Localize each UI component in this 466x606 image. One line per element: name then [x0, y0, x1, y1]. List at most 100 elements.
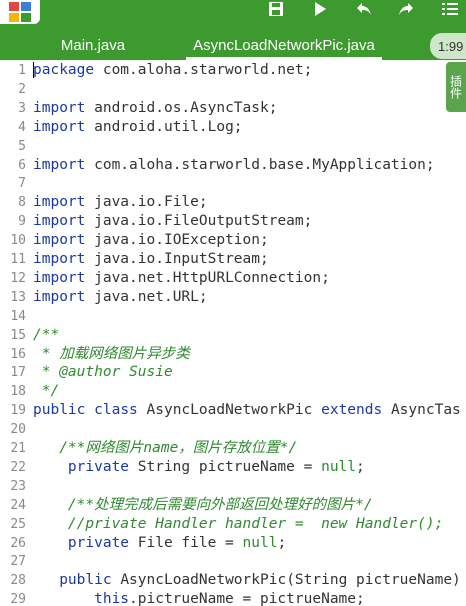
code-line: 1 package com.aloha.starworld.net;: [0, 61, 466, 80]
redo-icon[interactable]: [394, 0, 418, 18]
code-text: import android.util.Log;: [33, 118, 243, 137]
code-token: android.os.AsyncTask;: [85, 99, 278, 116]
save-icon[interactable]: [264, 0, 288, 18]
keyword-token: public: [33, 402, 86, 419]
code-line: 26 private File file = null;: [0, 534, 466, 553]
line-number: 17: [10, 365, 26, 381]
code-token: String pictrueName =: [129, 458, 322, 475]
code-line: 7: [0, 174, 466, 193]
code-line: 10 import java.io.IOException;: [0, 231, 466, 250]
code-line: 3 import android.os.AsyncTask;: [0, 99, 466, 118]
tab-main-java[interactable]: Main.java: [32, 30, 154, 60]
code-line: 17 * @author Susie: [0, 363, 466, 382]
code-text: this.pictrueName = pictrueName;: [33, 590, 365, 606]
line-number: 18: [10, 384, 26, 400]
keyword-token: import: [33, 251, 86, 267]
code-editor[interactable]: 1 package com.aloha.starworld.net; 2 3 impor…: [0, 60, 466, 606]
code-line: 16 * 加载网络图片异步类: [0, 345, 466, 364]
line-number: 8: [18, 195, 26, 211]
keyword-token: import: [33, 232, 86, 249]
comment-token: /**: [33, 326, 60, 343]
code-line: 2: [0, 80, 466, 99]
code-token: .pictrueName = pictrueName;: [129, 591, 365, 606]
line-number: 15: [10, 327, 26, 343]
undo-icon[interactable]: [352, 0, 376, 18]
keyword-token: import: [33, 288, 86, 305]
line-number: 27: [10, 554, 26, 570]
line-number: 14: [10, 308, 26, 324]
line-number: 11: [10, 252, 26, 267]
code-text: public AsyncLoadNetworkPic(String pictru…: [33, 571, 461, 590]
keyword-token: this: [94, 591, 130, 606]
run-icon[interactable]: [308, 0, 332, 18]
code-text: package com.aloha.starworld.net;: [33, 61, 312, 80]
line-number: 20: [10, 422, 26, 438]
code-token: File file =: [129, 534, 243, 551]
code-text: */: [33, 382, 59, 401]
code-token: null: [321, 458, 357, 475]
code-text: * 加载网络图片异步类: [33, 345, 190, 364]
code-text: /**: [33, 326, 59, 345]
code-line: 29 this.pictrueName = pictrueName;: [0, 590, 466, 606]
code-line: 15 /**: [0, 326, 466, 345]
code-token: ;: [356, 458, 365, 475]
comment-token: * 加载网络图片异步类: [33, 345, 190, 362]
keyword-token: private: [67, 534, 130, 551]
line-number: 22: [10, 459, 26, 475]
code-token: android.util.Log;: [85, 118, 243, 135]
code-line: 22 private String pictrueName = null;: [0, 458, 466, 477]
code-text: import java.net.HttpURLConnection;: [33, 269, 330, 288]
line-number: 4: [18, 119, 26, 135]
code-token: java.io.InputStream;: [85, 251, 269, 267]
line-number: 9: [18, 214, 26, 230]
line-number: 10: [10, 233, 26, 249]
code-text: /**网络图片name，图片存放位置*/: [33, 439, 297, 458]
code-text: public class AsyncLoadNetworkPic extends…: [33, 401, 461, 420]
code-line: 5: [0, 137, 466, 156]
code-line: 18 */: [0, 382, 466, 401]
code-token: java.io.File;: [85, 194, 208, 211]
line-number: 13: [10, 289, 26, 305]
code-text: import java.net.URL;: [33, 288, 208, 307]
code-text: import java.io.IOException;: [33, 231, 269, 250]
line-number: 5: [18, 138, 26, 154]
tab-async-load-network-pic[interactable]: AsyncLoadNetworkPic.java: [186, 30, 382, 60]
code-token: AsyncTas: [382, 402, 461, 419]
keyword-token: private: [67, 458, 130, 475]
comment-token: /**网络图片name，图片存放位置*/: [59, 440, 298, 456]
code-token: ;: [277, 534, 287, 551]
keyword-token: import: [33, 194, 86, 211]
line-number: 21: [10, 441, 26, 456]
code-line: 12 import java.net.HttpURLConnection;: [0, 269, 466, 288]
code-token: java.io.IOException;: [85, 232, 269, 249]
code-token: java.net.HttpURLConnection;: [85, 269, 330, 286]
code-line: 6 import com.aloha.starworld.base.MyAppli…: [0, 156, 466, 175]
code-line: 20: [0, 420, 466, 439]
code-line: 25 //private Handler handler = new Handl…: [0, 515, 466, 534]
code-text: import java.io.InputStream;: [33, 250, 269, 269]
plugin-side-tab[interactable]: 插件: [446, 62, 466, 112]
keyword-token: import: [33, 213, 86, 230]
line-number: 16: [10, 346, 26, 362]
line-number: 3: [18, 100, 26, 116]
keyword-token: public: [59, 572, 112, 589]
app-menu-icon[interactable]: [0, 0, 40, 24]
line-number: 19: [10, 403, 26, 419]
line-number: 26: [10, 535, 26, 551]
comment-token: */: [33, 383, 60, 400]
keyword-token: class: [94, 402, 138, 419]
line-number: 2: [18, 81, 26, 97]
line-number: 29: [10, 592, 26, 606]
code-token: null: [242, 534, 278, 551]
line-number: 1: [18, 63, 26, 78]
menu-list-icon[interactable]: [438, 0, 462, 18]
code-line: 8 import java.io.File;: [0, 193, 466, 212]
line-number: 7: [18, 176, 26, 192]
